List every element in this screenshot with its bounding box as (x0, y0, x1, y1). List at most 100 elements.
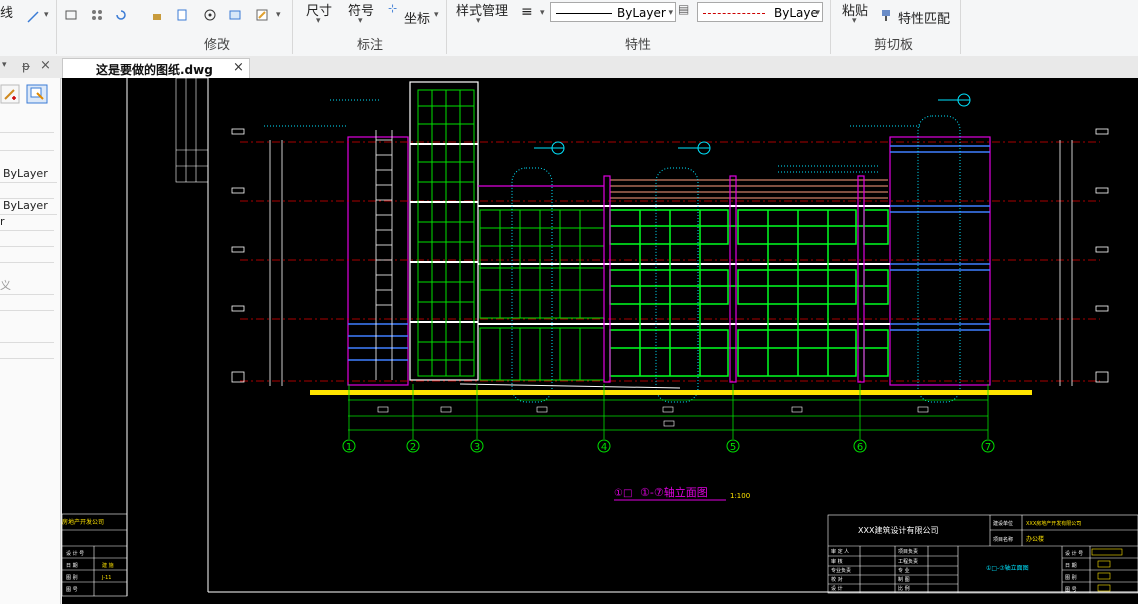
line-dropdown-icon[interactable]: ▾ (44, 10, 49, 20)
wing-windows (609, 209, 889, 377)
copy-icon[interactable] (176, 8, 190, 22)
coordinate-dropdown-icon[interactable]: ▾ (434, 10, 439, 20)
elevation-title-prefix: ①□ (614, 488, 632, 499)
designer-company: XXX建筑设计有限公司 (858, 525, 938, 535)
line-icon[interactable] (26, 10, 40, 24)
axis-label: 2 (410, 442, 416, 453)
title-block-value: J-11 (101, 575, 111, 581)
select-objects-icon[interactable] (26, 84, 48, 104)
dimension-lines (348, 399, 988, 431)
linetype-value: ByLayer (617, 6, 666, 20)
title-block-label: 图 别 (1065, 574, 1077, 581)
title-block-label: 图 号 (66, 587, 78, 593)
title-block-label: 专业负责 (831, 567, 851, 574)
ribbon-toolbar: 线 ▾ ▾ 修改 尺寸 ▾ 符号 ▾ ⊹ 坐标 ▾ 标注 样式管理 ▾ ≡ ▾ … (0, 0, 1138, 57)
title-block-label: 日 期 (1065, 563, 1077, 569)
properties-panel: ByLayer ByLayer r 义 (0, 78, 61, 604)
clipboard-group-label: 剪切板 (874, 38, 914, 53)
elevator-tower (409, 81, 479, 381)
modify-dropdown-icon[interactable]: ▾ (276, 10, 281, 20)
panel-menu-icon[interactable]: ▾ (2, 60, 7, 70)
tab-close-icon[interactable]: × (233, 60, 244, 75)
edit-icon[interactable] (255, 8, 269, 22)
title-block-label: 审 核 (831, 558, 843, 565)
panel-row[interactable]: r (0, 214, 54, 231)
linetype-combo[interactable]: ByLayer ▾ (550, 2, 676, 22)
match-properties-icon[interactable] (880, 8, 894, 22)
coordinate-icon[interactable]: ⊹ (388, 2, 397, 15)
offset-icon[interactable] (203, 8, 217, 22)
color-combo[interactable]: ByLaye ▾ (697, 2, 823, 22)
slab-bands (410, 143, 890, 325)
paste-dropdown-icon[interactable]: ▾ (852, 16, 857, 26)
ribbon-separator (56, 0, 57, 54)
erase-icon[interactable] (150, 8, 164, 22)
match-properties-button[interactable]: 特性匹配 (898, 8, 950, 27)
axis-label: 6 (857, 442, 863, 453)
panel-row[interactable]: 义 (0, 278, 54, 295)
coordinate-button[interactable]: 坐标 (404, 8, 430, 27)
title-block-label: 图 别 (66, 574, 78, 581)
title-block-label: 校 对 (831, 576, 843, 583)
title-block-label: 图 号 (1065, 587, 1077, 593)
project-label: 项目名称 (993, 536, 1013, 543)
array-icon[interactable] (90, 8, 104, 22)
owner-value: XXX房地产开发有限公司 (1026, 520, 1081, 527)
tab-drawing[interactable]: 这是要做的图纸.dwg × (62, 58, 250, 79)
quick-select-icon[interactable] (0, 84, 20, 104)
drawing-canvas[interactable]: 1 2 3 4 5 6 7 ①□ ①-⑦轴立面图 1:100 房地产开发公司 设 计 号日 … (62, 78, 1138, 604)
panel-row (0, 182, 54, 199)
panel-row-lineweight[interactable]: ByLayer (0, 198, 57, 215)
linescale-icon[interactable]: ▤ (678, 2, 689, 16)
east-wing-outline (889, 136, 991, 386)
axis-label: 4 (601, 442, 607, 453)
lineweight-dropdown-icon[interactable]: ▾ (540, 8, 545, 18)
ribbon-separator (292, 0, 293, 54)
panel-row[interactable] (0, 230, 54, 247)
stair-ladder (375, 130, 393, 380)
entrance-steps (459, 383, 681, 389)
document-tab-bar: ▾ ᵽ × 这是要做的图纸.dwg × (0, 56, 1138, 79)
title-block-label: 比 例 (898, 585, 910, 592)
panel-row[interactable] (0, 246, 54, 263)
panel-row (0, 134, 54, 151)
panel-header-row (0, 114, 54, 133)
panel-row[interactable] (0, 326, 54, 343)
title-block-label: 日 期 (66, 563, 78, 569)
axis-label: 1 (346, 442, 352, 453)
elevation-scale: 1:100 (730, 492, 750, 500)
panel-row[interactable] (0, 294, 54, 311)
axis-label: 7 (985, 442, 991, 453)
title-block-label: 设 计 号 (1065, 550, 1083, 557)
building-elevation (231, 81, 1109, 403)
lineweight-icon[interactable]: ≡ (521, 4, 533, 20)
corner-table (175, 78, 209, 183)
dimension-dropdown-icon[interactable]: ▾ (316, 16, 321, 26)
modify-group-label: 修改 (204, 38, 231, 53)
panel-row[interactable] (0, 342, 54, 359)
panel-pin-icon[interactable]: ᵽ (22, 59, 30, 73)
ground-line (310, 390, 1032, 395)
project-value: 办公楼 (1026, 535, 1044, 543)
elevation-drawing: 1 2 3 4 5 6 7 ①□ ①-⑦轴立面图 1:100 房地产开发公司 设 计 号日 … (62, 78, 1138, 597)
rotate-icon[interactable] (114, 8, 128, 22)
line-tool-label[interactable]: 线 (0, 2, 13, 21)
panel-row-linetype[interactable]: ByLayer (0, 166, 57, 183)
annotation-group-label: 标注 (357, 38, 384, 53)
title-block-label: 专 业 (898, 567, 910, 574)
stretch-icon[interactable] (64, 8, 78, 22)
elevation-title: ①-⑦轴立面图 (640, 485, 708, 499)
title-block-label: 工程负责 (898, 558, 918, 565)
title-block-label: 审 定 人 (831, 548, 849, 555)
linetype-preview (556, 13, 612, 14)
style-manager-dropdown-icon[interactable]: ▾ (476, 16, 481, 26)
symbol-dropdown-icon[interactable]: ▾ (358, 16, 363, 26)
panel-close-icon[interactable]: × (40, 58, 51, 73)
mirror-icon[interactable] (228, 8, 242, 22)
roof-parapet (610, 179, 888, 199)
louver-bands (348, 145, 990, 361)
style-manager-button[interactable]: 样式管理 (456, 0, 508, 19)
dimension-text-boxes (377, 406, 929, 427)
title-block-label: 项目负责 (898, 548, 918, 555)
title-block-labels: 审 定 人审 核专业负责校 对设 计 项目负责工程负责专 业制 图比 例 设 计 号… (831, 548, 1083, 593)
